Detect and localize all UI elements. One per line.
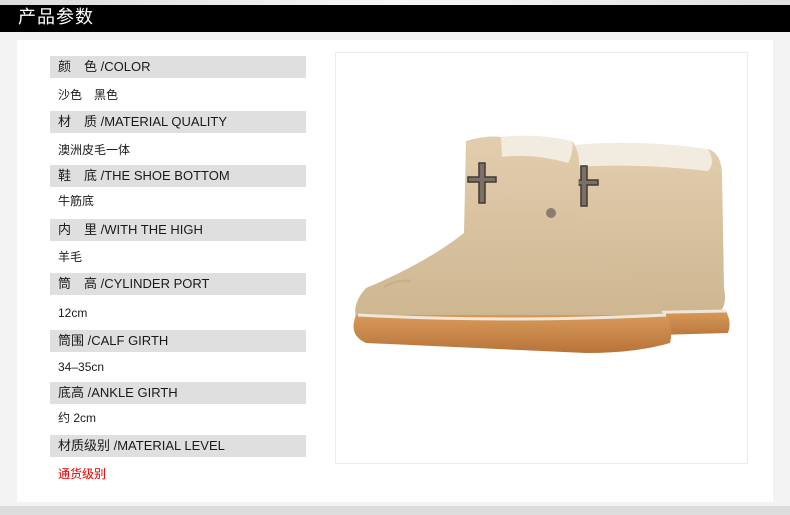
- spec-value-shaft-height: 12cm: [58, 306, 88, 320]
- spec-value-material: 澳洲皮毛一体: [58, 143, 131, 157]
- spec-value-color: 沙色 黑色: [58, 88, 119, 102]
- spec-value-calf-girth: 34–35cn: [58, 360, 105, 374]
- product-photo: [335, 52, 748, 464]
- section-header: 产品参数: [0, 5, 790, 32]
- boots-illustration: [353, 135, 730, 353]
- spec-label-ankle-girth: 底高 /ANKLE GIRTH: [50, 382, 306, 404]
- spec-value-lining: 羊毛: [58, 250, 83, 264]
- spec-label-calf-girth: 筒围 /CALF GIRTH: [50, 330, 306, 352]
- spec-label-color: 颜 色 /COLOR: [50, 56, 306, 78]
- spec-value-sole: 牛筋底: [58, 194, 95, 208]
- section-title: 产品参数: [18, 7, 94, 28]
- spec-label-sole: 鞋 底 /THE SHOE BOTTOM: [50, 165, 306, 187]
- spec-label-material-level: 材质级别 /MATERIAL LEVEL: [50, 435, 306, 457]
- bottom-divider: [0, 506, 790, 515]
- spec-label-material: 材 质 /MATERIAL QUALITY: [50, 111, 306, 133]
- spec-value-material-level: 通货级别: [58, 467, 107, 481]
- spec-label-lining: 内 里 /WITH THE HIGH: [50, 219, 306, 241]
- spec-value-ankle-girth: 约 2cm: [58, 411, 97, 425]
- spec-label-shaft-height: 筒 高 /CYLINDER PORT: [50, 273, 306, 295]
